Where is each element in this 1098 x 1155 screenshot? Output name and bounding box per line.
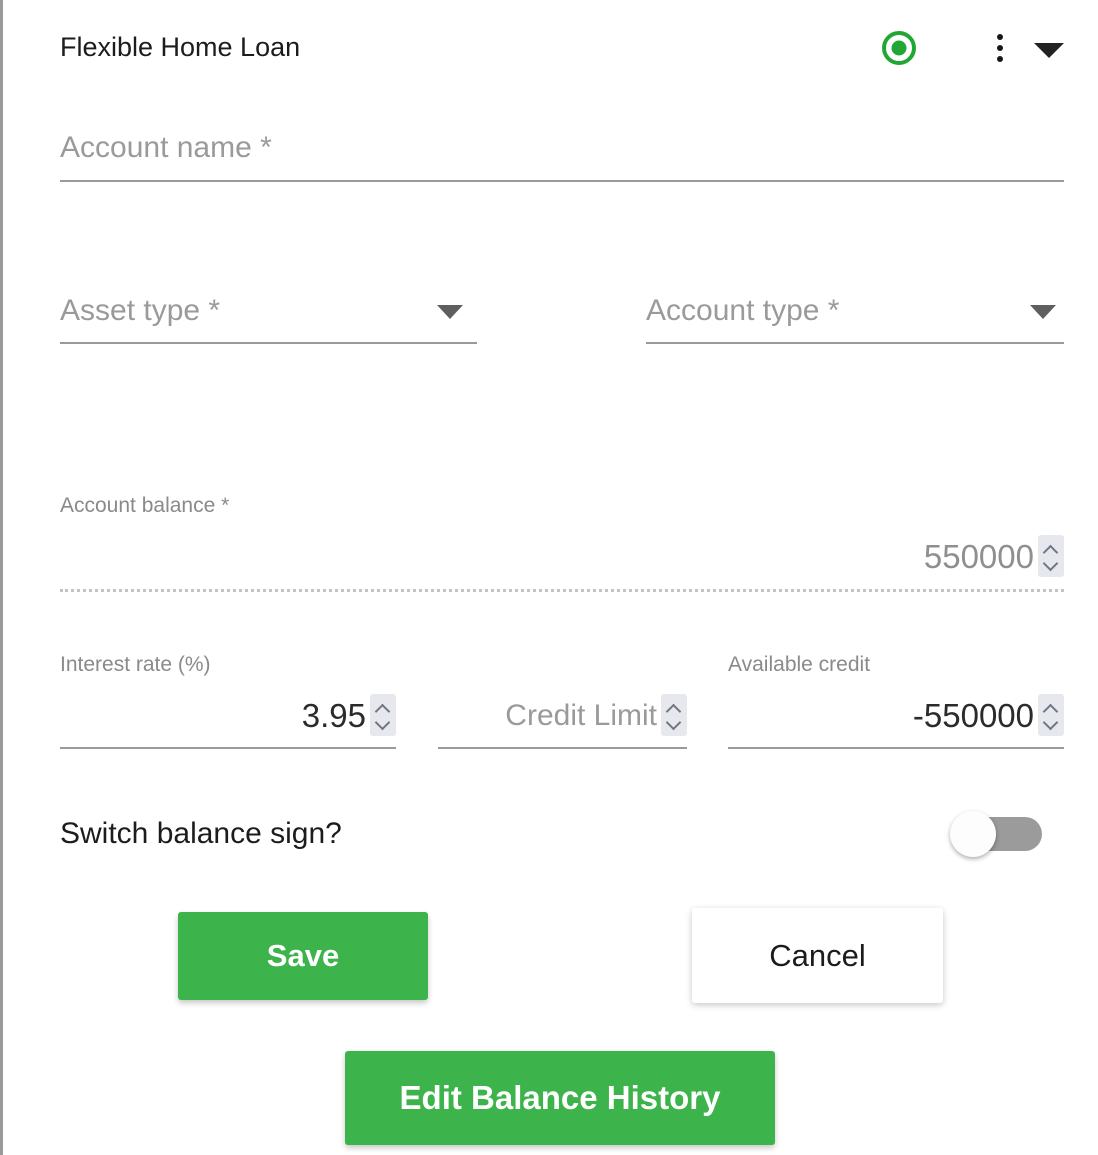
available-credit-input-row[interactable]: -550000	[728, 690, 1064, 736]
account-balance-label: Account balance *	[60, 494, 230, 517]
available-credit-underline	[728, 747, 1064, 749]
account-balance-field[interactable]: Account balance * 550000	[60, 493, 1064, 592]
switch-balance-sign-toggle[interactable]	[950, 811, 1042, 857]
account-balance-value: 550000	[923, 538, 1034, 575]
spinner-arrows-icon[interactable]	[661, 694, 687, 736]
credit-limit-field[interactable]: Credit Limit	[438, 652, 687, 749]
interest-rate-field[interactable]: Interest rate (%) 3.95	[60, 652, 396, 749]
caret-down-icon	[1030, 305, 1056, 319]
credit-limit-placeholder: Credit Limit	[505, 699, 657, 732]
cancel-button[interactable]: Cancel	[692, 908, 943, 1003]
caret-down-icon	[437, 305, 463, 319]
available-credit-label: Available credit	[728, 653, 871, 676]
credit-limit-underline	[438, 747, 687, 749]
edit-balance-history-button[interactable]: Edit Balance History	[345, 1051, 775, 1145]
interest-rate-label: Interest rate (%)	[60, 653, 211, 676]
credit-limit-input-row[interactable]: Credit Limit	[438, 690, 687, 736]
header-actions	[882, 24, 1064, 72]
toggle-knob	[950, 811, 996, 857]
credit-limit-label	[438, 652, 687, 678]
active-radio-icon[interactable]	[882, 31, 916, 65]
asset-type-underline	[60, 342, 477, 344]
spinner-arrows-icon[interactable]	[1038, 694, 1064, 736]
asset-type-placeholder: Asset type *	[60, 294, 221, 327]
chevron-down-icon[interactable]	[1034, 42, 1064, 58]
available-credit-field[interactable]: Available credit -550000	[728, 652, 1064, 749]
account-name-field[interactable]: Account name *	[60, 128, 1064, 182]
spinner-arrows-icon[interactable]	[370, 694, 396, 736]
switch-balance-sign-label: Switch balance sign?	[60, 817, 342, 850]
page-title: Flexible Home Loan	[60, 32, 301, 62]
spinner-arrows-icon[interactable]	[1038, 535, 1064, 577]
account-edit-panel: Flexible Home Loan Account name * Asset …	[0, 0, 1098, 1155]
account-name-placeholder: Account name *	[60, 131, 272, 164]
more-vertical-icon[interactable]	[986, 31, 1014, 65]
account-type-select[interactable]: Account type *	[646, 291, 1064, 344]
save-button[interactable]: Save	[178, 912, 428, 1000]
interest-rate-input-row[interactable]: 3.95	[60, 690, 396, 736]
account-name-underline	[60, 180, 1064, 182]
available-credit-value: -550000	[912, 697, 1034, 734]
account-type-underline	[646, 342, 1064, 344]
account-balance-input-row[interactable]: 550000	[60, 531, 1064, 577]
account-balance-underline	[60, 589, 1064, 592]
interest-rate-underline	[60, 747, 396, 749]
panel-header: Flexible Home Loan	[60, 24, 1064, 72]
account-type-placeholder: Account type *	[646, 294, 840, 327]
asset-type-select[interactable]: Asset type *	[60, 291, 477, 344]
interest-rate-value: 3.95	[301, 697, 366, 734]
